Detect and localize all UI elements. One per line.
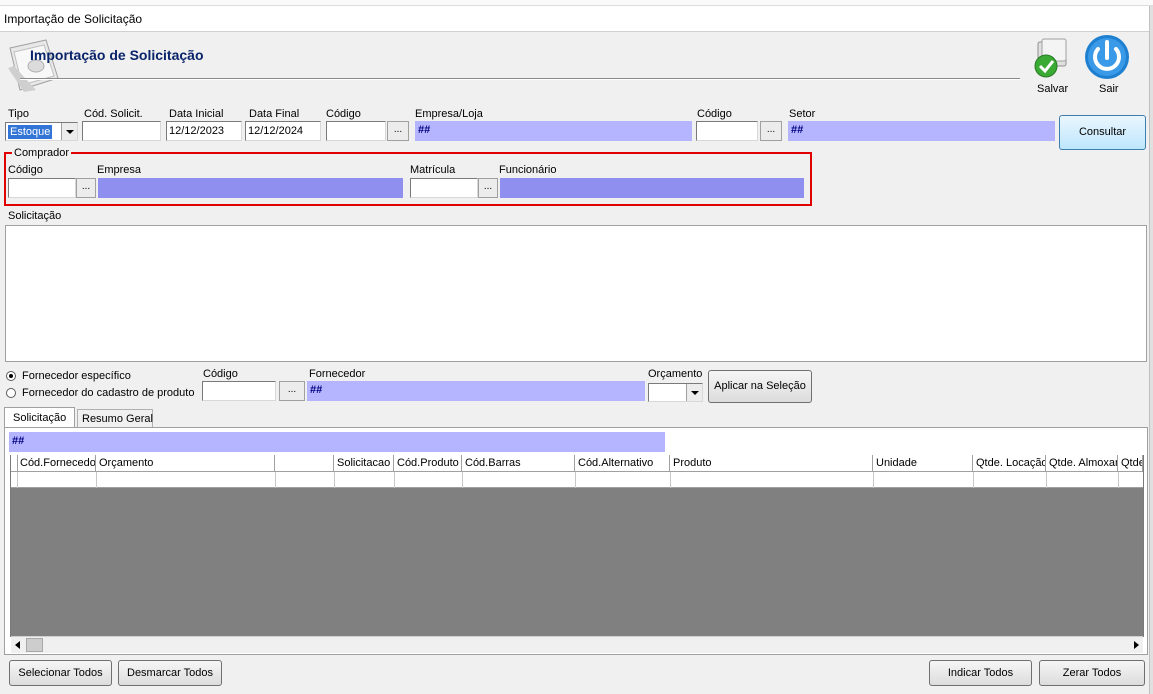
scroll-right-icon[interactable] — [1129, 637, 1143, 653]
fornecedor-cadastro-radio[interactable] — [6, 388, 16, 398]
row-divider — [275, 472, 276, 488]
grid-column-header[interactable]: Solicitacao — [334, 455, 394, 472]
window-title: Importação de Solicitação — [4, 12, 143, 26]
tipo-select[interactable]: Estoque — [5, 122, 78, 141]
data-inicial-input[interactable]: 12/12/2023 — [166, 121, 242, 141]
grid-column-header[interactable]: Cód.Alternativo — [575, 455, 670, 472]
cod-solicit-label: Cód. Solicit. — [84, 108, 143, 120]
row-divider — [394, 472, 395, 488]
solicitacao-label: Solicitação — [8, 210, 62, 222]
data-inicial-label: Data Inicial — [169, 108, 224, 120]
horizontal-scrollbar[interactable] — [11, 636, 1143, 653]
grid-header: Cód.Fornecedor Orçamento Solicitacao Cód… — [11, 455, 1143, 472]
tab-resumo-geral[interactable]: Resumo Geral — [77, 409, 153, 428]
fornecedor-lookup-button[interactable]: ... — [279, 381, 305, 401]
row-divider — [17, 472, 18, 488]
consultar-button[interactable]: Consultar — [1059, 115, 1146, 150]
save-icon — [1034, 38, 1067, 78]
zero-all-button[interactable]: Zerar Todos — [1039, 660, 1145, 686]
orcamento-label: Orçamento — [648, 368, 703, 380]
setor-lookup-button[interactable]: ... — [760, 121, 782, 141]
grid-column-header[interactable]: Qtde — [1118, 455, 1143, 472]
comprador-codigo-input[interactable] — [8, 178, 76, 198]
page-title: Importação de Solicitação — [30, 47, 204, 63]
fornecedor-codigo-input[interactable] — [202, 381, 276, 401]
aplicar-selecao-button[interactable]: Aplicar na Seleção — [708, 370, 812, 403]
solicitacao-memo[interactable] — [5, 225, 1147, 362]
comprador-empresa-label: Empresa — [97, 164, 142, 176]
header-divider — [20, 78, 1020, 80]
fornecedor-cadastro-label: Fornecedor do cadastro de produto — [22, 387, 195, 399]
row-divider — [873, 472, 874, 488]
comprador-lookup-button[interactable]: ... — [76, 178, 96, 198]
row-divider — [575, 472, 576, 488]
chevron-down-icon[interactable] — [686, 384, 702, 401]
matricula-input[interactable] — [410, 178, 478, 198]
tipo-value: Estoque — [8, 125, 53, 139]
fornecedor-especifico-radio[interactable] — [6, 371, 16, 381]
row-divider — [334, 472, 335, 488]
row-divider — [670, 472, 671, 488]
save-label: Salvar — [1037, 83, 1069, 95]
table-row[interactable] — [11, 472, 1143, 488]
grid-column-header[interactable]: Cód.Fornecedor — [17, 455, 96, 472]
row-divider — [973, 472, 974, 488]
funcionario-display — [500, 178, 804, 198]
setor-display: ## — [788, 121, 1055, 141]
matricula-lookup-button[interactable]: ... — [478, 178, 498, 198]
codigo-setor-input[interactable] — [696, 121, 758, 141]
matricula-label: Matrícula — [410, 164, 456, 176]
empresa-lookup-button[interactable]: ... — [387, 121, 409, 141]
codigo-setor-label: Código — [697, 108, 732, 120]
tab-resumo-geral-label: Resumo Geral — [82, 413, 153, 425]
exit-label: Sair — [1099, 83, 1119, 95]
fornecedor-codigo-label: Código — [203, 368, 238, 380]
row-divider — [96, 472, 97, 488]
orcamento-select[interactable] — [648, 383, 703, 402]
scroll-left-icon[interactable] — [11, 637, 25, 653]
row-divider — [1046, 472, 1047, 488]
scrollbar-thumb[interactable] — [26, 638, 43, 652]
empresa-loja-display: ## — [415, 121, 692, 141]
tab-solicitacao[interactable]: Solicitação — [4, 407, 75, 428]
grid-column-header[interactable]: Produto — [670, 455, 873, 472]
grid-column-header[interactable]: Cód.Barras — [462, 455, 575, 472]
row-divider — [1118, 472, 1119, 488]
window-titlebar: Importação de Solicitação — [0, 6, 1153, 31]
window-right-border — [1149, 6, 1153, 694]
grid-summary: ## — [9, 432, 665, 452]
fornecedor-display: ## — [307, 381, 645, 401]
chevron-down-icon[interactable] — [61, 123, 77, 140]
cod-solicit-input[interactable] — [82, 121, 161, 141]
codigo-empresa-label: Código — [326, 108, 361, 120]
fornecedor-especifico-label: Fornecedor específico — [22, 370, 131, 382]
save-button[interactable]: Salvar — [1028, 36, 1074, 98]
grid-column-header[interactable]: Qtde. Locação — [973, 455, 1046, 472]
setor-label: Setor — [789, 108, 816, 120]
comprador-codigo-label: Código — [8, 164, 43, 176]
comprador-legend: Comprador — [12, 147, 72, 159]
select-all-button[interactable]: Selecionar Todos — [9, 660, 112, 686]
empresa-loja-label: Empresa/Loja — [415, 108, 483, 120]
data-final-input[interactable]: 12/12/2024 — [245, 121, 321, 141]
indicate-all-button[interactable]: Indicar Todos — [929, 660, 1032, 686]
deselect-all-button[interactable]: Desmarcar Todos — [118, 660, 222, 686]
grid-column-header[interactable]: Qtde. Almoxar — [1046, 455, 1118, 472]
grid-column-header[interactable]: Cód.Produto — [394, 455, 462, 472]
tab-solicitacao-label: Solicitação — [13, 412, 67, 424]
row-divider — [462, 472, 463, 488]
funcionario-label: Funcionário — [499, 164, 557, 176]
grid-column-header[interactable]: Orçamento — [96, 455, 275, 472]
grid-column-header[interactable] — [275, 455, 334, 472]
data-final-label: Data Final — [249, 108, 300, 120]
codigo-empresa-input[interactable] — [326, 121, 386, 141]
tipo-label: Tipo — [8, 108, 29, 120]
titlebar-divider — [0, 31, 1153, 32]
comprador-empresa-display — [98, 178, 403, 198]
fornecedor-label: Fornecedor — [309, 368, 366, 380]
exit-button[interactable]: Sair — [1082, 32, 1132, 98]
power-icon — [1085, 35, 1129, 79]
grid-column-header[interactable]: Unidade — [873, 455, 973, 472]
